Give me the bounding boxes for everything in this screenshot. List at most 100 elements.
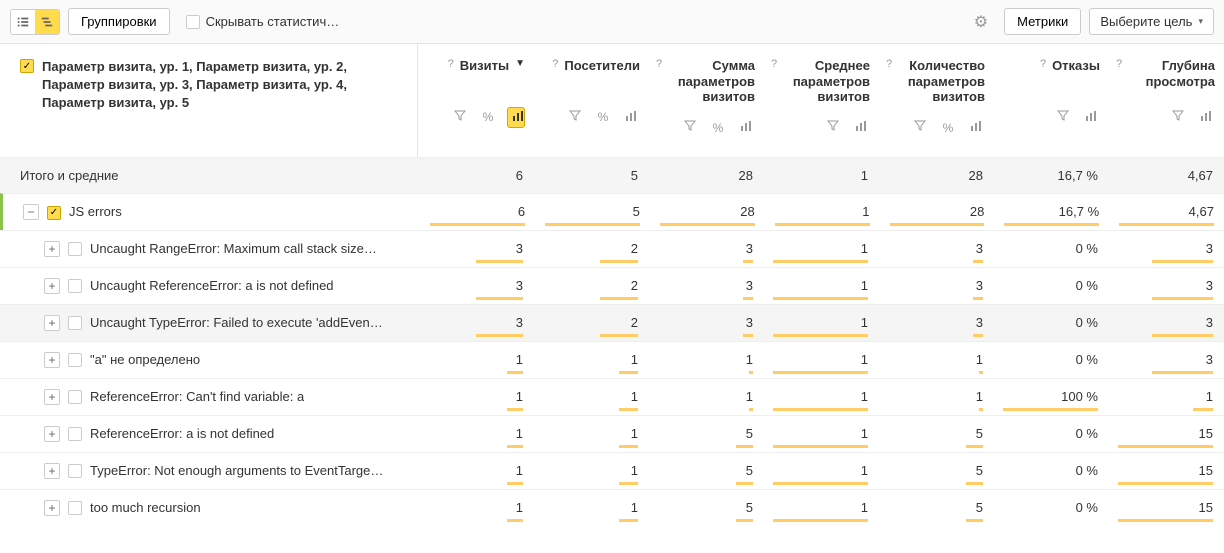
hide-statistic-checkbox[interactable]: Скрывать статистич… [186,14,340,29]
expand-button[interactable]: + [44,426,60,442]
bar-fill [973,260,983,263]
bar-track [658,297,753,300]
sort-desc-icon: ▼ [515,58,525,69]
expand-button[interactable]: + [44,278,60,294]
chart-icon[interactable] [1082,110,1100,125]
chart-icon[interactable] [852,120,870,135]
chart-icon[interactable] [737,120,755,135]
row-checkbox[interactable] [68,464,82,478]
select-goal-dropdown[interactable]: Выберите цель ▾ [1089,8,1214,35]
bar-fill [743,334,753,337]
filter-icon[interactable] [911,120,929,135]
metric-head[interactable]: ?Среднее параметров визитов [763,44,878,113]
filter-icon[interactable] [451,110,469,125]
dimensions-checkbox[interactable] [20,59,34,73]
metrics-button[interactable]: Метрики [1004,8,1081,35]
cell-value: 1 [888,389,983,408]
expand-button[interactable]: + [44,463,60,479]
chart-icon[interactable] [622,110,640,125]
cell: 1 [763,416,878,452]
bar-track [543,297,638,300]
chart-icon[interactable] [507,107,525,128]
row-label: Итого и средние [0,158,418,193]
bar-track [543,519,638,522]
help-icon[interactable]: ? [552,58,558,70]
cell: 1 [763,305,878,341]
row-checkbox[interactable] [68,501,82,515]
help-icon[interactable]: ? [771,58,777,70]
bar-track [773,408,868,411]
bar-track [430,223,525,226]
row-checkbox[interactable] [47,206,61,220]
metric-head[interactable]: ?Посетители [533,44,648,102]
help-icon[interactable]: ? [1040,58,1046,70]
cell-value: 6 [430,204,525,223]
help-icon[interactable]: ? [886,58,892,70]
bar-track [888,371,983,374]
metric-head[interactable]: ? Сумма параметров визитов [648,44,763,113]
cell-value: 3 [888,278,983,297]
help-icon[interactable]: ? [1116,58,1122,70]
cell: 16,7 % [993,158,1108,193]
filter-row: % [878,113,993,147]
cell-value: 1 [773,168,868,187]
cell: 2 [533,231,648,267]
percent-icon[interactable]: % [594,110,612,124]
cell-value: 1 [428,500,523,519]
gear-icon[interactable]: ⚙ [974,12,988,32]
table-row: +too much recursion115150 %15 [0,489,1224,526]
metric-head[interactable]: ?Отказы [993,44,1108,102]
expand-button[interactable]: + [44,241,60,257]
cell: 3 [878,231,993,267]
row-checkbox[interactable] [68,353,82,367]
collapse-button[interactable]: − [23,204,39,220]
cell: 16,7 % [994,194,1109,230]
metric-head[interactable]: ?Визиты ▼ [418,44,533,102]
row-checkbox[interactable] [68,279,82,293]
help-icon[interactable]: ? [656,58,662,70]
filter-icon[interactable] [1169,110,1187,125]
bar-fill [619,445,638,448]
expand-button[interactable]: + [44,315,60,331]
filter-icon[interactable] [566,110,584,125]
totals-label: Итого и средние [20,168,118,183]
metric-head[interactable]: ?Глубина просмотра [1108,44,1223,102]
row-checkbox[interactable] [68,390,82,404]
metric-head[interactable]: ?Количество параметров визитов [878,44,993,113]
view-list-button[interactable] [11,10,35,34]
select-goal-label: Выберите цель [1100,14,1192,29]
expand-button[interactable]: + [44,500,60,516]
chart-icon[interactable] [1197,110,1215,125]
cell-value: 16,7 % [1004,204,1099,223]
metric-label: Сумма параметров визитов [668,58,755,105]
filter-icon[interactable] [1054,110,1072,125]
view-tree-button[interactable] [35,10,59,34]
bar-fill [600,297,638,300]
filter-icon[interactable] [681,120,699,135]
cell-value: 28 [888,168,983,187]
expand-button[interactable]: + [44,352,60,368]
bar-track [773,445,868,448]
row-checkbox[interactable] [68,242,82,256]
bar-fill [773,371,868,374]
expand-button[interactable]: + [44,389,60,405]
row-checkbox[interactable] [68,427,82,441]
row-label: +Uncaught TypeError: Failed to execute '… [0,305,418,341]
help-icon[interactable]: ? [448,58,454,70]
percent-icon[interactable]: % [939,121,957,135]
cell: 0 % [993,342,1108,378]
cell: 1 [648,379,763,415]
table-row: +TypeError: Not enough arguments to Even… [0,452,1224,489]
row-checkbox[interactable] [68,316,82,330]
percent-icon[interactable]: % [479,110,497,124]
bar-fill [773,445,868,448]
cell-value: 1 [428,426,523,445]
cell-value: 4,67 [1119,204,1214,223]
table-row: Итого и средние652812816,7 %4,67 [0,157,1224,193]
bar-track [890,223,985,226]
bar-fill [749,371,753,374]
percent-icon[interactable]: % [709,121,727,135]
groupings-button[interactable]: Группировки [68,8,170,35]
filter-icon[interactable] [824,120,842,135]
chart-icon[interactable] [967,120,985,135]
